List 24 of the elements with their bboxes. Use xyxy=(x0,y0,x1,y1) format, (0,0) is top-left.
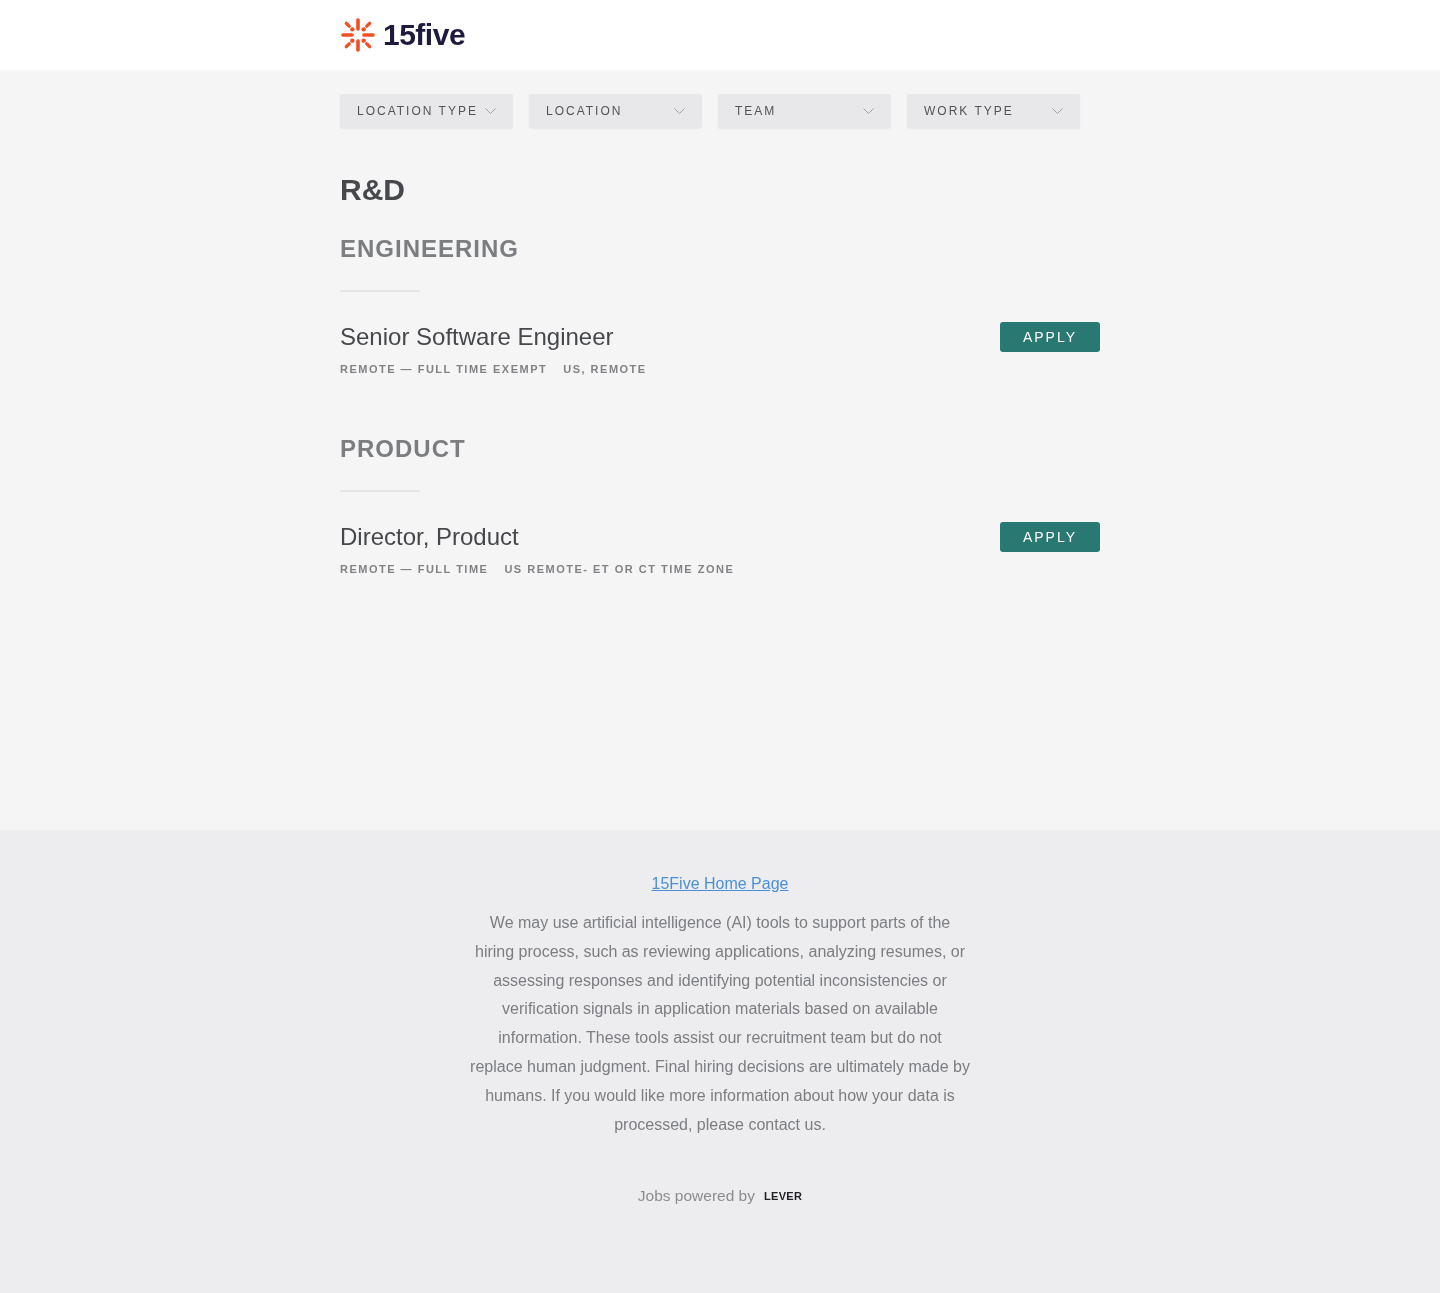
department-heading: R&D xyxy=(340,172,406,208)
filter-dropdown[interactable]: WORK TYPE xyxy=(907,94,1080,128)
ai-notice-paragraph: We may use artificial intelligence (AI) tools to support parts of the hiring process, such as reviewing applications, analyzing resumes, or assessing responses and identifying potential inconsistencies or verification signals in application materials based on available information. These tools assist our recruitment team but do not replace human judgment. Final hiring decisions are ultimately made by humans. If you would like more information about how your data is processed, please contact us. xyxy=(470,913,970,1135)
logo-wordmark[interactable]: 15five xyxy=(383,17,466,53)
powered-by-text: Jobs powered by xyxy=(637,1187,755,1206)
team-heading: PRODUCT xyxy=(340,434,467,464)
filter-dropdown[interactable]: LOCATION TYPE xyxy=(340,94,513,128)
job-title-link[interactable]: Senior Software Engineer xyxy=(340,322,647,352)
apply-button[interactable]: APPLY xyxy=(1000,322,1100,352)
location-label: US REMOTE- ET OR CT TIME ZONE xyxy=(504,562,735,576)
chevron-down-icon xyxy=(1052,108,1063,114)
chevron-down-icon xyxy=(674,108,685,114)
chevron-down-icon xyxy=(485,108,496,114)
apply-button[interactable]: APPLY xyxy=(1000,522,1100,552)
filter-dropdown[interactable]: LOCATION xyxy=(529,94,702,128)
location-label: US, REMOTE xyxy=(563,362,647,376)
filter-dropdown[interactable]: TEAM xyxy=(718,94,891,128)
commitment-label: REMOTE — FULL TIME EXEMPT xyxy=(340,362,548,376)
lever-wordmark[interactable]: LEVER xyxy=(764,1190,803,1203)
burst-icon xyxy=(340,17,376,53)
chevron-down-icon xyxy=(863,108,874,114)
commitment-label: REMOTE — FULL TIME xyxy=(340,562,489,576)
team-heading: ENGINEERING xyxy=(340,234,521,264)
job-title-link[interactable]: Director, Product xyxy=(340,522,735,552)
